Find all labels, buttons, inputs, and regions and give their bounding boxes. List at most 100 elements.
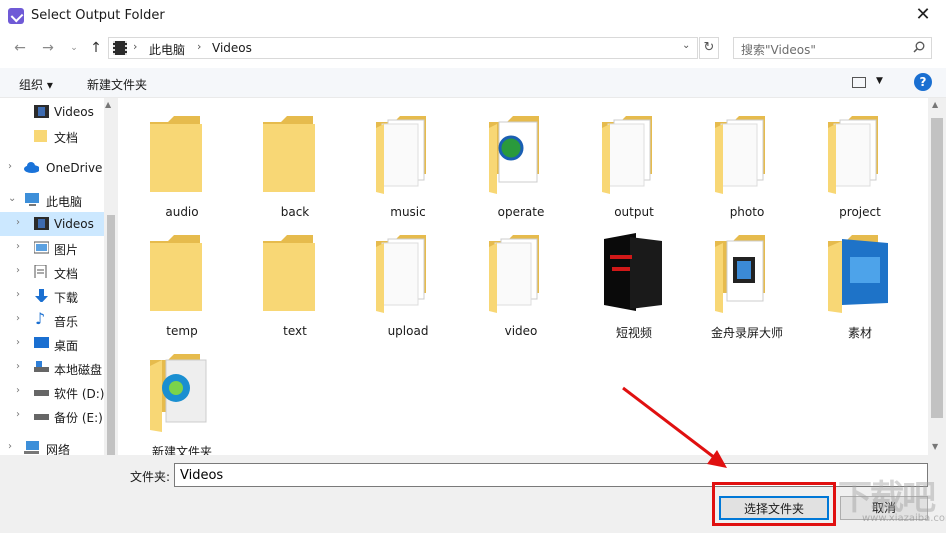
folder-item[interactable]: operate — [471, 98, 571, 219]
watermark-url: www.xiazaiba.com — [862, 513, 946, 524]
sidebar-item-videos[interactable]: › Videos — [0, 212, 104, 236]
breadcrumb-videos[interactable]: Videos — [212, 41, 252, 55]
drive-icon — [34, 361, 49, 372]
folder-icon — [263, 116, 315, 192]
folder-item[interactable]: photo — [697, 98, 797, 219]
folder-icon — [34, 130, 47, 142]
folder-icon — [828, 116, 878, 194]
scroll-down-icon[interactable]: ▼ — [932, 442, 938, 451]
highlight-box — [712, 482, 836, 526]
help-icon[interactable]: ? — [914, 73, 932, 91]
close-button[interactable]: ✕ — [900, 0, 946, 32]
forward-arrow-icon[interactable]: → — [38, 38, 58, 58]
sidebar-item-pictures[interactable]: › 图片 — [0, 236, 104, 260]
chevron-right-icon[interactable]: › — [16, 337, 20, 348]
cloud-icon — [24, 162, 39, 173]
chevron-right-icon[interactable]: › — [8, 441, 12, 452]
breadcrumb-this-pc[interactable]: 此电脑 — [149, 41, 185, 58]
folder-item[interactable]: 素材 — [810, 217, 910, 340]
new-folder-button[interactable]: 新建文件夹 — [87, 76, 147, 93]
breadcrumb-separator-icon: › — [133, 40, 138, 53]
sidebar-item-drive-e[interactable]: › 备份 (E:) — [0, 404, 104, 428]
up-arrow-icon[interactable]: ↑ — [86, 38, 106, 58]
file-list-scroll-thumb[interactable] — [931, 118, 943, 418]
music-note-icon: ♪ — [35, 309, 46, 328]
folder-item[interactable]: video — [471, 217, 571, 338]
breadcrumb-separator-icon: › — [197, 40, 202, 53]
desktop-icon — [34, 337, 49, 348]
documents-icon — [34, 265, 47, 278]
sidebar-item-documents-quick[interactable]: 文档 — [0, 124, 104, 148]
folder-icon — [715, 235, 765, 313]
search-input[interactable]: 搜索"Videos" — [733, 37, 932, 59]
drive-icon — [34, 414, 49, 420]
search-icon — [913, 41, 925, 53]
refresh-icon[interactable]: ↻ — [699, 37, 719, 59]
folder-icon — [489, 116, 539, 194]
chevron-right-icon[interactable]: › — [16, 313, 20, 324]
chevron-right-icon[interactable]: › — [16, 409, 20, 420]
video-folder-icon — [34, 105, 49, 118]
folder-item[interactable]: music — [358, 98, 458, 219]
back-arrow-icon[interactable]: ← — [10, 38, 30, 58]
chevron-down-icon[interactable]: ⌄ — [8, 193, 16, 204]
view-dropdown-icon[interactable]: ▼ — [876, 76, 883, 86]
folder-icon — [604, 233, 662, 311]
sidebar-item-desktop[interactable]: › 桌面 — [0, 332, 104, 356]
folder-name: 短视频 — [615, 326, 652, 340]
folder-name: 素材 — [847, 326, 872, 340]
folder-item[interactable]: 短视频 — [584, 217, 684, 340]
folder-item[interactable]: 金舟录屏大师 — [697, 217, 797, 340]
scroll-up-icon[interactable]: ▲ — [932, 100, 938, 109]
recent-locations-icon[interactable]: ⌄ — [64, 38, 84, 58]
folder-icon — [489, 235, 539, 313]
address-bar[interactable]: › 此电脑 › Videos — [108, 37, 698, 59]
folder-icon — [376, 116, 426, 194]
folder-icon — [150, 235, 202, 311]
folder-icon — [828, 235, 888, 313]
folder-item[interactable]: text — [245, 217, 345, 338]
chevron-right-icon[interactable]: › — [16, 217, 20, 228]
chevron-right-icon[interactable]: › — [16, 265, 20, 276]
video-folder-icon — [113, 41, 127, 55]
sidebar-item-network[interactable]: › 网络 — [0, 436, 104, 455]
sidebar-scroll-thumb[interactable] — [107, 215, 115, 455]
folder-icon — [376, 235, 426, 313]
sidebar-item-music[interactable]: › ♪ 音乐 — [0, 308, 104, 332]
folder-item[interactable]: upload — [358, 217, 458, 338]
sidebar-item-videos-quick[interactable]: Videos — [0, 100, 104, 124]
watermark-logo: 下载吧 — [838, 478, 936, 518]
folder-icon — [602, 116, 652, 194]
title-bar: Select Output Folder ✕ — [0, 0, 946, 32]
chevron-right-icon[interactable]: › — [16, 289, 20, 300]
folder-item[interactable]: project — [810, 98, 910, 219]
address-dropdown-icon[interactable]: ⌄ — [682, 40, 690, 51]
organize-menu[interactable]: 组织 ▾ — [19, 76, 53, 93]
sidebar-item-this-pc[interactable]: ⌄ 此电脑 — [0, 188, 104, 212]
sidebar-item-local-disk[interactable]: › 本地磁盘 — [0, 356, 104, 380]
sidebar-item-drive-d[interactable]: › 软件 (D:) — [0, 380, 104, 404]
folder-name: text — [283, 324, 307, 338]
command-toolbar: 组织 ▾ 新建文件夹 ▼ ? — [0, 68, 946, 98]
sidebar-item-downloads[interactable]: › 下载 — [0, 284, 104, 308]
folder-name: 金舟录屏大师 — [710, 326, 783, 340]
folder-icon — [263, 235, 315, 311]
chevron-right-icon[interactable]: › — [8, 161, 12, 172]
folder-item[interactable]: 新建文件夹 — [132, 336, 232, 459]
sidebar-item-documents[interactable]: › 文档 — [0, 260, 104, 284]
scroll-up-icon[interactable]: ▲ — [105, 100, 111, 109]
folder-item[interactable]: back — [245, 98, 345, 219]
search-placeholder: 搜索"Videos" — [741, 43, 816, 57]
chevron-right-icon[interactable]: › — [16, 361, 20, 372]
folder-item[interactable]: audio — [132, 98, 232, 219]
chevron-right-icon[interactable]: › — [16, 385, 20, 396]
view-mode-icon[interactable] — [852, 77, 866, 88]
folder-icon — [150, 116, 202, 192]
folder-name: upload — [387, 324, 429, 338]
file-list: audio back music operate output photo project t… — [118, 98, 928, 459]
chevron-right-icon[interactable]: › — [16, 241, 20, 252]
folder-item[interactable]: temp — [132, 217, 232, 338]
folder-item[interactable]: output — [584, 98, 684, 219]
sidebar-item-onedrive[interactable]: › OneDrive — [0, 156, 104, 180]
red-arrow-annotation — [622, 386, 727, 468]
